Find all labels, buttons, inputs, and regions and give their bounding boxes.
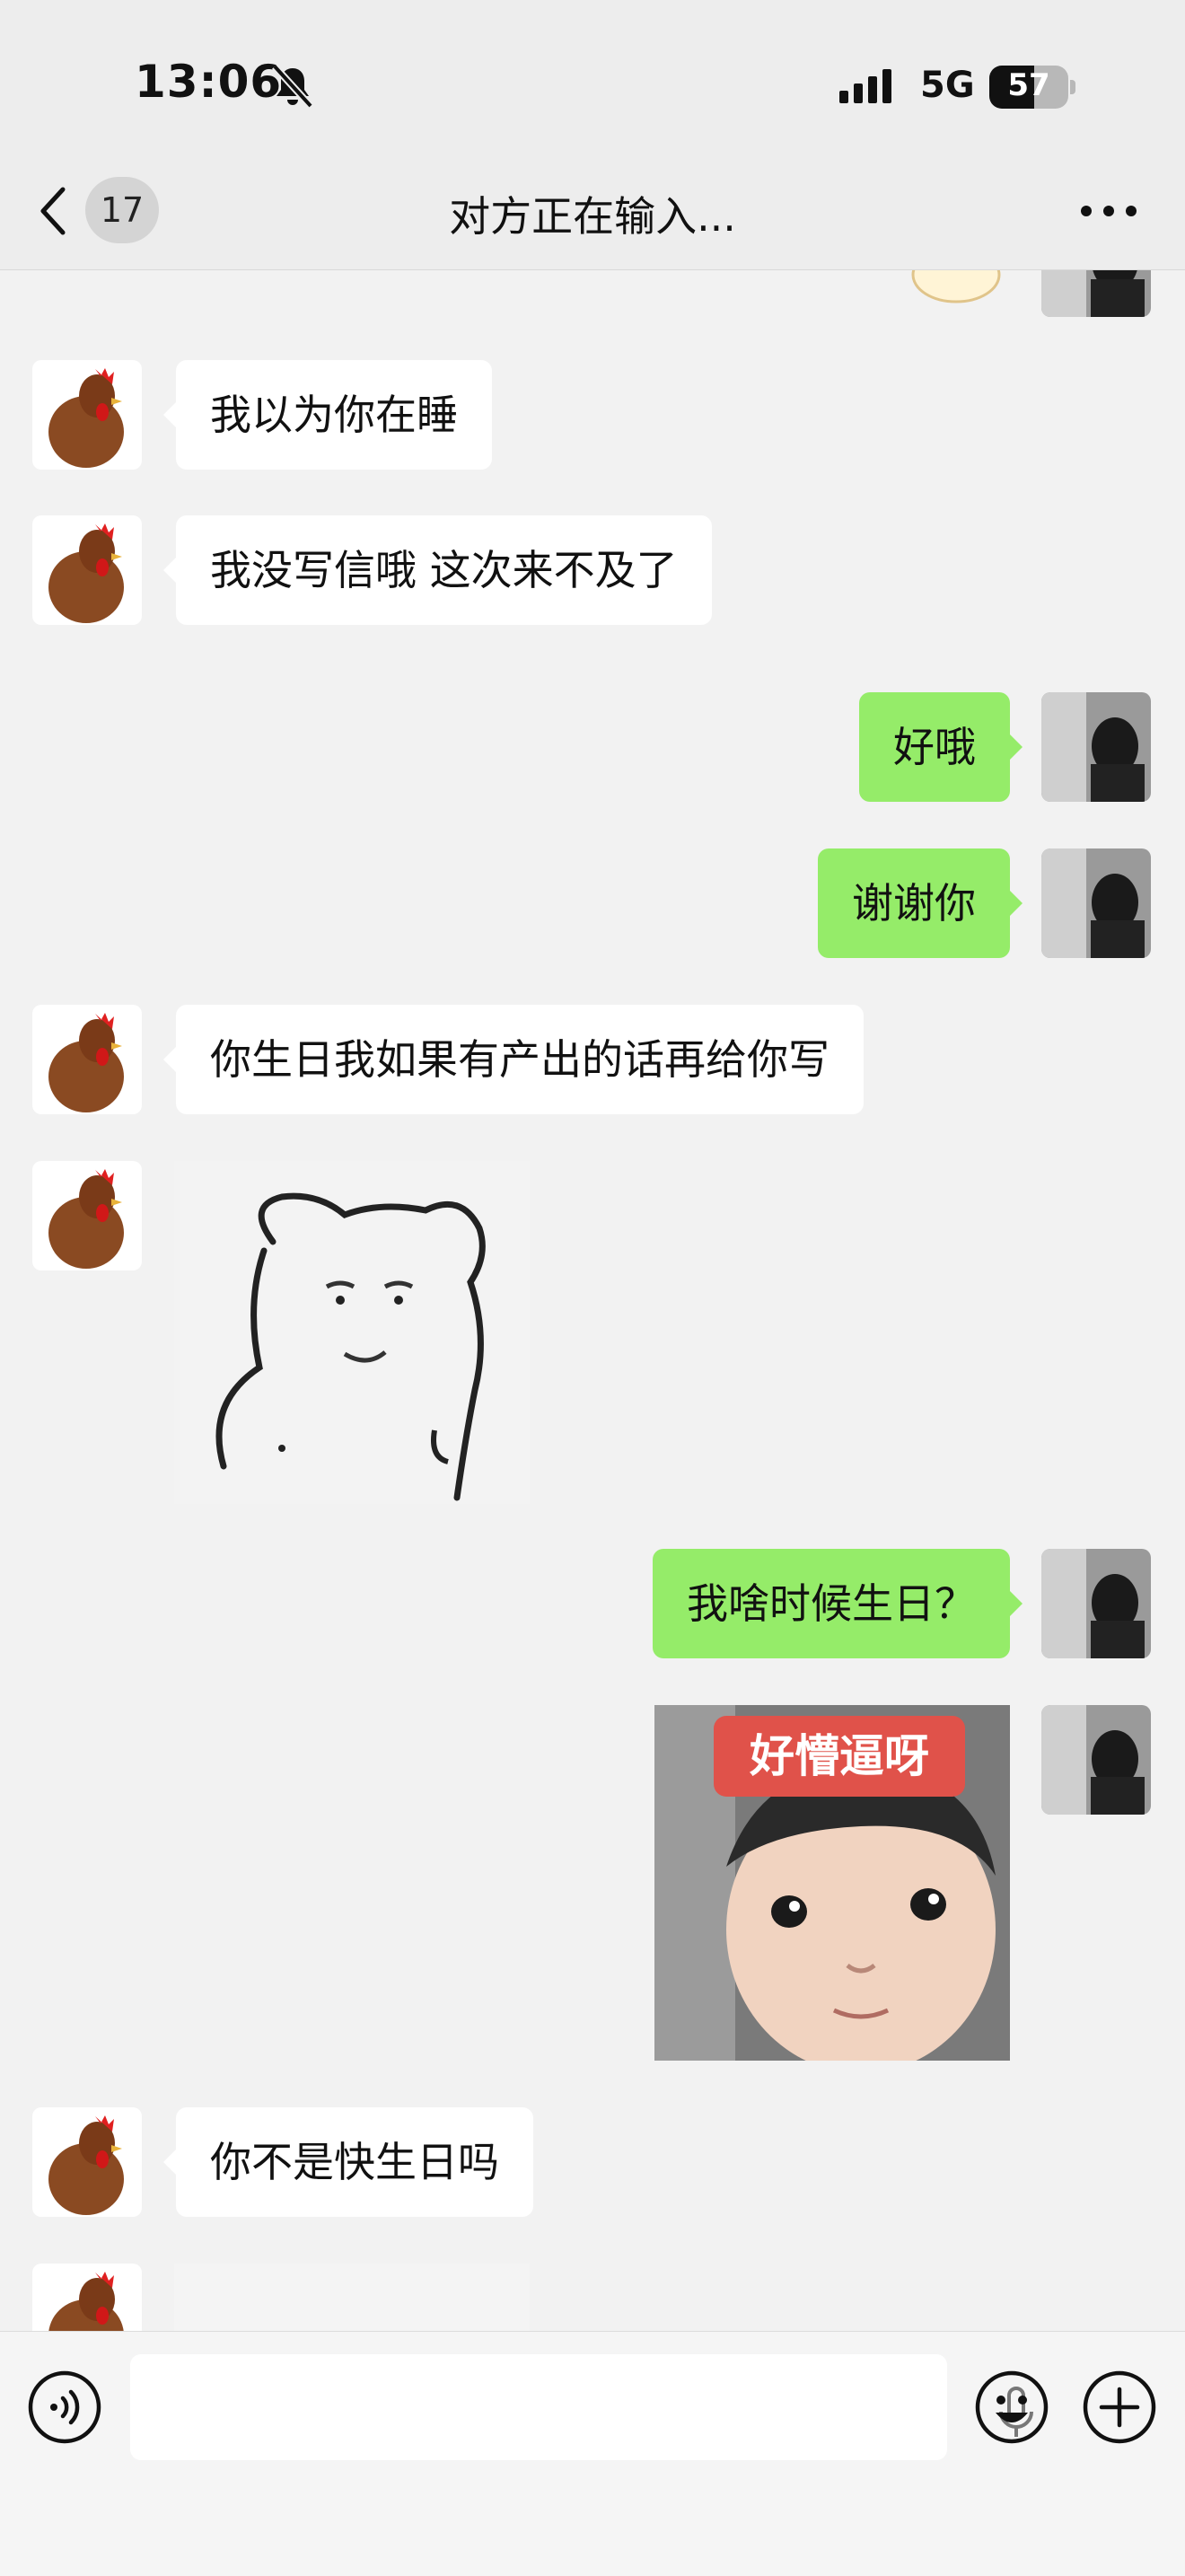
incoming-message-bubble[interactable]: 我没写信哦 这次来不及了 (163, 515, 712, 625)
back-chevron-icon[interactable] (36, 184, 72, 238)
incoming-message-bubble[interactable]: 你不是快生日吗 (163, 2107, 533, 2217)
plus-icon[interactable] (1082, 2369, 1157, 2445)
chat-title: 对方正在输入... (449, 192, 736, 241)
unread-count-badge[interactable]: 17 (85, 177, 159, 243)
contact-avatar[interactable] (32, 2264, 142, 2331)
bear-sketch-sticker[interactable] (174, 1161, 530, 1504)
battery-icon: 57 (989, 66, 1075, 109)
my-avatar[interactable] (1041, 692, 1151, 802)
more-options-icon[interactable] (1077, 202, 1140, 220)
contact-avatar[interactable] (32, 1005, 142, 1114)
signal-icon (839, 69, 891, 103)
incoming-message-bubble[interactable]: 我以为你在睡 (163, 360, 492, 470)
voice-icon[interactable] (27, 2369, 102, 2445)
status-bar: 13:06 5G 57 (0, 0, 1185, 157)
outgoing-message-bubble[interactable]: 我啥时候生日？ (653, 1549, 1023, 1658)
contact-avatar[interactable] (32, 2107, 142, 2217)
emoji-icon[interactable] (974, 2369, 1049, 2445)
battery-level: 57 (1007, 67, 1050, 103)
contact-avatar[interactable] (32, 1161, 142, 1270)
network-type: 5G (920, 65, 975, 106)
sticker-caption: 好懵逼呀 (750, 1730, 929, 1782)
my-avatar[interactable] (1041, 848, 1151, 958)
contact-avatar[interactable] (32, 360, 142, 470)
input-bar (0, 2331, 1185, 2576)
my-avatar[interactable] (1041, 1705, 1151, 1815)
baby-face-sticker[interactable]: 好懵逼呀 (654, 1705, 1010, 2061)
contact-avatar[interactable] (32, 515, 142, 625)
my-avatar[interactable] (1041, 270, 1151, 317)
partial-sticker (898, 270, 1014, 306)
message-input[interactable] (130, 2354, 1033, 2460)
message-list[interactable]: 我以为你在睡 我没写信哦 这次来不及了 好哦 谢谢你 你生日我如果有产出的话再给… (0, 270, 1185, 2331)
status-time: 13:06 (135, 56, 283, 108)
mute-bell-icon (272, 64, 313, 109)
outgoing-message-bubble[interactable]: 谢谢你 (818, 848, 1023, 958)
chat-header: 17 对方正在输入... (0, 157, 1185, 270)
my-avatar[interactable] (1041, 1549, 1151, 1658)
partial-sticker[interactable] (174, 2264, 530, 2331)
incoming-message-bubble[interactable]: 你生日我如果有产出的话再给你写 (163, 1005, 864, 1114)
outgoing-message-bubble[interactable]: 好哦 (859, 692, 1023, 802)
